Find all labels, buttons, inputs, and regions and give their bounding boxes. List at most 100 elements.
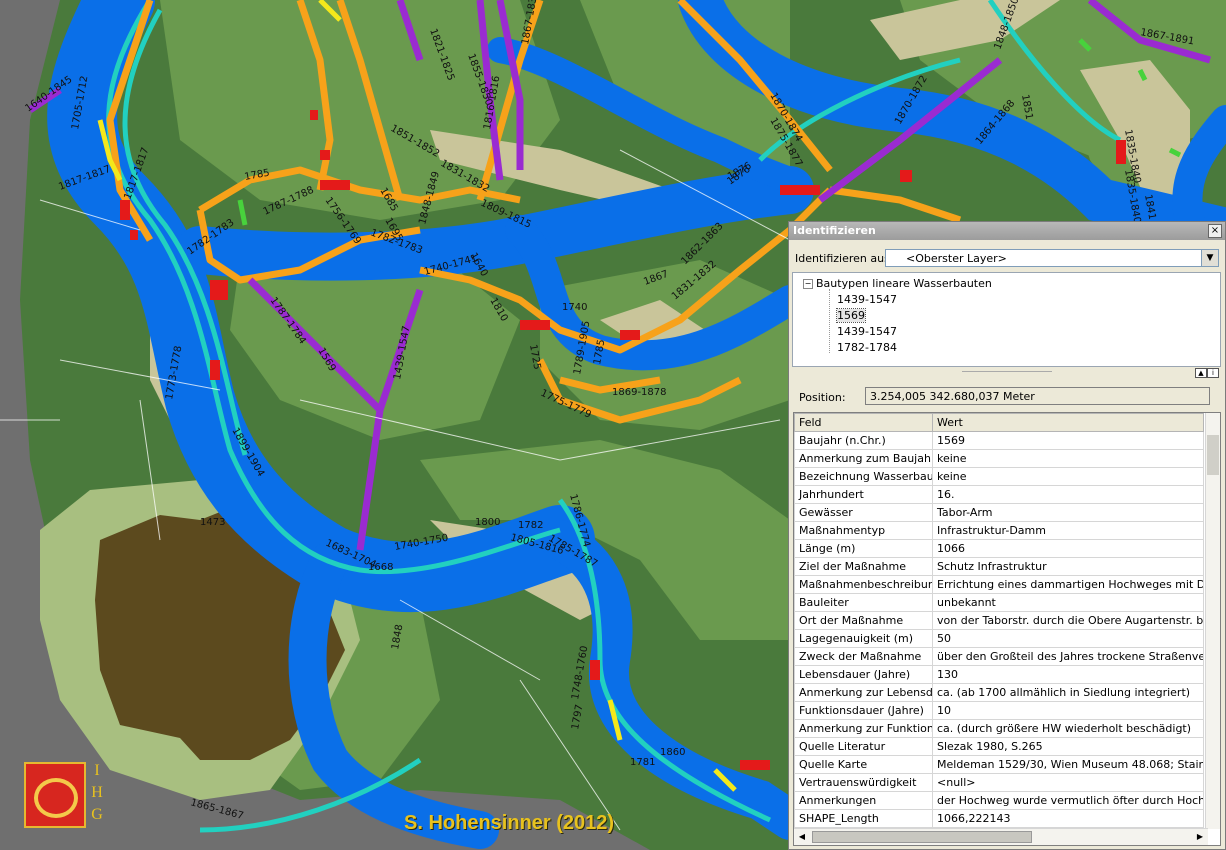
- field-name-cell[interactable]: Bezeichnung Wasserbau: [794, 467, 933, 486]
- map-label: 1473: [200, 517, 225, 528]
- logo-letter-1: I: [94, 762, 100, 779]
- table-row[interactable]: Maßnahmenbeschreibung Errichtung eines da…: [794, 575, 1204, 594]
- attribute-rows: Baujahr (n.Chr.) 1569 Anmerkung zum Baujah…: [794, 431, 1204, 845]
- field-name-cell[interactable]: SHAPE_Length: [794, 809, 933, 828]
- table-row[interactable]: Jahrhundert 16.: [794, 485, 1204, 504]
- table-row[interactable]: Länge (m) 1066: [794, 539, 1204, 558]
- table-row[interactable]: Bezeichnung Wasserbau keine: [794, 467, 1204, 486]
- tree-item[interactable]: 1439-1547: [837, 293, 897, 306]
- map-credit: S. Hohensinner (2012): [404, 812, 615, 834]
- field-value-cell[interactable]: 1066: [932, 539, 1204, 558]
- field-value-cell[interactable]: ca. (ab 1700 allmählich in Siedlung inte…: [932, 683, 1204, 702]
- tree-connector: [829, 289, 831, 353]
- field-name-cell[interactable]: Ziel der Maßnahme: [794, 557, 933, 576]
- field-value-cell[interactable]: der Hochweg wurde vermutlich öfter durch…: [932, 791, 1204, 810]
- scroll-thumb[interactable]: [812, 831, 1032, 843]
- table-row[interactable]: Maßnahmentyp Infrastruktur-Damm: [794, 521, 1204, 540]
- field-name-cell[interactable]: Ort der Maßnahme: [794, 611, 933, 630]
- scroll-thumb[interactable]: [1207, 435, 1219, 475]
- field-name-cell[interactable]: Anmerkung zur Lebensd...: [794, 683, 933, 702]
- field-value-cell[interactable]: Errichtung eines dammartigen Hochweges m…: [932, 575, 1204, 594]
- info-icon[interactable]: i: [1207, 368, 1219, 378]
- scroll-right-icon[interactable]: ▶: [1194, 831, 1206, 843]
- table-row[interactable]: Anmerkung zur Funktion... ca. (durch größ…: [794, 719, 1204, 738]
- field-value-cell[interactable]: 16.: [932, 485, 1204, 504]
- field-value-cell[interactable]: 130: [932, 665, 1204, 684]
- table-row[interactable]: Vertrauenswürdigkeit <null>: [794, 773, 1204, 792]
- table-row[interactable]: SHAPE_Length 1066,222143: [794, 809, 1204, 828]
- table-row[interactable]: Lebensdauer (Jahre) 130: [794, 665, 1204, 684]
- splitter-grip[interactable]: [962, 371, 1052, 372]
- column-header-value[interactable]: Wert: [932, 413, 1204, 432]
- field-name-cell[interactable]: Maßnahmenbeschreibung: [794, 575, 933, 594]
- logo-letter-3: G: [91, 806, 103, 823]
- field-name-cell[interactable]: Baujahr (n.Chr.): [794, 431, 933, 450]
- field-name-cell[interactable]: Länge (m): [794, 539, 933, 558]
- table-row[interactable]: Funktionsdauer (Jahre) 10: [794, 701, 1204, 720]
- column-header-field[interactable]: Feld: [794, 413, 933, 432]
- close-icon[interactable]: ×: [1208, 224, 1222, 238]
- field-value-cell[interactable]: 1569: [932, 431, 1204, 450]
- table-row[interactable]: Quelle Karte Meldeman 1529/30, Wien Museu…: [794, 755, 1204, 774]
- table-row[interactable]: Anmerkung zur Lebensd... ca. (ab 1700 all…: [794, 683, 1204, 702]
- field-name-cell[interactable]: Quelle Literatur: [794, 737, 933, 756]
- field-name-cell[interactable]: Lebensdauer (Jahre): [794, 665, 933, 684]
- field-value-cell[interactable]: Infrastruktur-Damm: [932, 521, 1204, 540]
- tree-item[interactable]: 1782-1784: [837, 341, 897, 354]
- table-row[interactable]: Anmerkung zum Baujahr keine: [794, 449, 1204, 468]
- layer-select-value: <Oberster Layer>: [906, 252, 1007, 265]
- field-name-cell[interactable]: Maßnahmentyp: [794, 521, 933, 540]
- table-row[interactable]: Ort der Maßnahme von der Taborstr. durch …: [794, 611, 1204, 630]
- field-name-cell[interactable]: Jahrhundert: [794, 485, 933, 504]
- field-value-cell[interactable]: Slezak 1980, S.265: [932, 737, 1204, 756]
- field-value-cell[interactable]: keine: [932, 467, 1204, 486]
- chevron-down-icon[interactable]: ▼: [1201, 250, 1218, 266]
- field-value-cell[interactable]: Meldeman 1529/30, Wien Museum 48.068; St…: [932, 755, 1204, 774]
- field-name-cell[interactable]: Bauleiter: [794, 593, 933, 612]
- attribute-table[interactable]: Feld Wert Baujahr (n.Chr.) 1569 Anmerkung …: [793, 412, 1221, 846]
- scroll-left-icon[interactable]: ◀: [796, 831, 808, 843]
- field-name-cell[interactable]: Lagegenauigkeit (m): [794, 629, 933, 648]
- panel-splitter[interactable]: ▲ i: [792, 368, 1221, 378]
- field-name-cell[interactable]: Funktionsdauer (Jahre): [794, 701, 933, 720]
- field-value-cell[interactable]: von der Taborstr. durch die Obere Augart…: [932, 611, 1204, 630]
- expand-up-icon[interactable]: ▲: [1195, 368, 1207, 378]
- table-row[interactable]: Baujahr (n.Chr.) 1569: [794, 431, 1204, 450]
- ihg-logo: I H G: [22, 758, 108, 830]
- field-name-cell[interactable]: Gewässer: [794, 503, 933, 522]
- field-value-cell[interactable]: 10: [932, 701, 1204, 720]
- map-label: 1860: [660, 747, 685, 758]
- field-name-cell[interactable]: Anmerkung zum Baujahr: [794, 449, 933, 468]
- identify-window[interactable]: Identifizieren × Identifizieren aus: <Ob…: [788, 221, 1226, 850]
- field-value-cell[interactable]: Tabor-Arm: [932, 503, 1204, 522]
- field-value-cell[interactable]: <null>: [932, 773, 1204, 792]
- field-value-cell[interactable]: 1066,222143: [932, 809, 1204, 828]
- field-value-cell[interactable]: über den Großteil des Jahres trockene St…: [932, 647, 1204, 666]
- layer-select[interactable]: <Oberster Layer> ▼: [885, 249, 1219, 267]
- table-row[interactable]: Anmerkungen der Hochweg wurde vermutlich …: [794, 791, 1204, 810]
- field-value-cell[interactable]: unbekannt: [932, 593, 1204, 612]
- table-row[interactable]: Quelle Literatur Slezak 1980, S.265: [794, 737, 1204, 756]
- field-name-cell[interactable]: Anmerkung zur Funktion...: [794, 719, 933, 738]
- field-name-cell[interactable]: Zweck der Maßnahme: [794, 647, 933, 666]
- tree-root[interactable]: − Bautypen lineare Wasserbauten: [803, 277, 992, 290]
- horizontal-scrollbar[interactable]: ◀ ▶: [794, 828, 1208, 845]
- table-row[interactable]: Bauleiter unbekannt: [794, 593, 1204, 612]
- vertical-scrollbar[interactable]: [1205, 413, 1220, 829]
- table-row[interactable]: Lagegenauigkeit (m) 50: [794, 629, 1204, 648]
- field-name-cell[interactable]: Quelle Karte: [794, 755, 933, 774]
- field-name-cell[interactable]: Anmerkungen: [794, 791, 933, 810]
- field-value-cell[interactable]: 50: [932, 629, 1204, 648]
- field-value-cell[interactable]: Schutz Infrastruktur: [932, 557, 1204, 576]
- collapse-icon[interactable]: −: [803, 279, 813, 289]
- field-value-cell[interactable]: ca. (durch größere HW wiederholt beschäd…: [932, 719, 1204, 738]
- table-row[interactable]: Gewässer Tabor-Arm: [794, 503, 1204, 522]
- tree-item-selected[interactable]: 1569: [836, 308, 866, 323]
- field-value-cell[interactable]: keine: [932, 449, 1204, 468]
- tree-item[interactable]: 1439-1547: [837, 325, 897, 338]
- table-row[interactable]: Ziel der Maßnahme Schutz Infrastruktur: [794, 557, 1204, 576]
- feature-tree[interactable]: − Bautypen lineare Wasserbauten 1439-1547…: [792, 272, 1221, 367]
- field-name-cell[interactable]: Vertrauenswürdigkeit: [794, 773, 933, 792]
- table-row[interactable]: Zweck der Maßnahme über den Großteil des …: [794, 647, 1204, 666]
- identify-titlebar[interactable]: Identifizieren ×: [789, 222, 1225, 240]
